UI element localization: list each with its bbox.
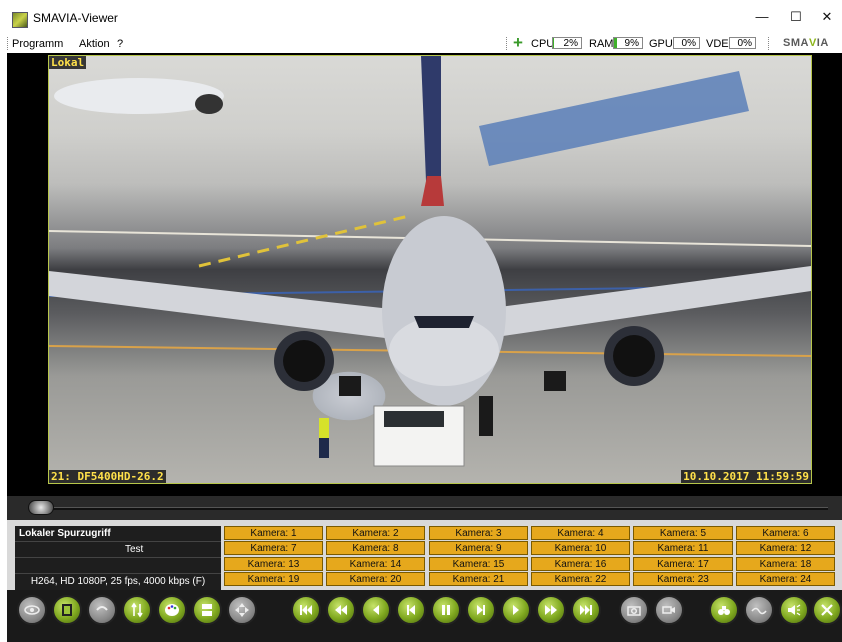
- gpu-label: GPU: [649, 38, 673, 50]
- add-icon[interactable]: +: [513, 33, 523, 53]
- pause-icon[interactable]: [431, 595, 461, 625]
- camera-button-20[interactable]: Kamera: 20: [326, 572, 425, 586]
- layout-icon[interactable]: [192, 595, 222, 625]
- camera-button-24[interactable]: Kamera: 24: [736, 572, 835, 586]
- close-button[interactable]: ✕: [812, 4, 842, 30]
- info-spacer: [15, 558, 221, 574]
- camera-button-3[interactable]: Kamera: 3: [429, 526, 528, 540]
- info-name: Test: [15, 542, 221, 558]
- back-arrow-icon[interactable]: [87, 595, 117, 625]
- window-title: SMAVIA-Viewer: [33, 11, 118, 25]
- vde-meter: 0%: [729, 37, 756, 49]
- binoculars-icon[interactable]: [709, 595, 739, 625]
- slider-track[interactable]: [33, 507, 828, 510]
- skip-to-end-icon[interactable]: [571, 595, 601, 625]
- ptz-icon[interactable]: [227, 595, 257, 625]
- camera-button-10[interactable]: Kamera: 10: [531, 541, 630, 555]
- sort-icon[interactable]: [122, 595, 152, 625]
- playback-slider: [7, 496, 842, 520]
- fast-forward-icon[interactable]: [536, 595, 566, 625]
- toolbar-grip: [7, 37, 10, 50]
- camera-button-22[interactable]: Kamera: 22: [531, 572, 630, 586]
- step-back-icon[interactable]: [361, 595, 391, 625]
- cpu-label: CPU: [531, 38, 555, 50]
- gpu-meter: 0%: [673, 37, 700, 49]
- slider-knob[interactable]: [28, 500, 54, 515]
- play-icon[interactable]: [501, 595, 531, 625]
- camera-label: 21: DF5400HD-26.2: [49, 470, 166, 483]
- menu-aktion[interactable]: Aktion: [79, 38, 110, 50]
- cpu-meter: 2%: [552, 37, 582, 49]
- stats-grip: [506, 37, 509, 50]
- camera-button-12[interactable]: Kamera: 12: [736, 541, 835, 555]
- camera-button-17[interactable]: Kamera: 17: [633, 557, 733, 571]
- camera-button-5[interactable]: Kamera: 5: [633, 526, 733, 540]
- menu-bar: Programm Aktion ? + CPU 2% RAM 9% GPU 0%…: [0, 33, 842, 53]
- camera-button-9[interactable]: Kamera: 9: [429, 541, 528, 555]
- next-frame-icon[interactable]: [466, 595, 496, 625]
- smavia-logo: SMAVIA: [783, 37, 829, 49]
- control-toolbar: [7, 590, 842, 642]
- camera-button-13[interactable]: Kamera: 13: [224, 557, 323, 571]
- camera-button-19[interactable]: Kamera: 19: [224, 572, 323, 586]
- vde-label: VDE: [706, 38, 729, 50]
- camera-button-4[interactable]: Kamera: 4: [531, 526, 630, 540]
- app-icon: [12, 12, 28, 28]
- palette-icon[interactable]: [157, 595, 187, 625]
- camera-button-15[interactable]: Kamera: 15: [429, 557, 528, 571]
- camera-button-11[interactable]: Kamera: 11: [633, 541, 733, 555]
- video-display[interactable]: Lokal 21: DF5400HD-26.2 10.10.2017 11:59…: [48, 55, 812, 484]
- camera-button-1[interactable]: Kamera: 1: [224, 526, 323, 540]
- film-icon[interactable]: [52, 595, 82, 625]
- logo-grip: [768, 37, 771, 50]
- video-frame: [49, 56, 811, 467]
- info-stream: H264, HD 1080P, 25 fps, 4000 kbps (F): [30, 576, 206, 587]
- stream-info-panel: Lokaler Spurzugriff Test H264, HD 1080P,…: [15, 526, 221, 590]
- camera-button-16[interactable]: Kamera: 16: [531, 557, 630, 571]
- fast-rewind-icon[interactable]: [326, 595, 356, 625]
- video-camera-icon[interactable]: [654, 595, 684, 625]
- info-title: Lokaler Spurzugriff: [15, 526, 221, 542]
- camera-icon[interactable]: [619, 595, 649, 625]
- speaker-icon[interactable]: [779, 595, 809, 625]
- maximize-button[interactable]: ☐: [776, 4, 816, 30]
- camera-button-7[interactable]: Kamera: 7: [224, 541, 323, 555]
- mode-label: Lokal: [49, 56, 87, 69]
- camera-button-14[interactable]: Kamera: 14: [326, 557, 425, 571]
- menu-programm[interactable]: Programm: [12, 38, 63, 50]
- camera-button-21[interactable]: Kamera: 21: [429, 572, 528, 586]
- eye-icon[interactable]: [17, 595, 47, 625]
- camera-button-8[interactable]: Kamera: 8: [326, 541, 425, 555]
- camera-button-18[interactable]: Kamera: 18: [736, 557, 835, 571]
- timestamp-label: 10.10.2017 11:59:59: [681, 470, 811, 483]
- previous-frame-icon[interactable]: [396, 595, 426, 625]
- skip-to-start-icon[interactable]: [291, 595, 321, 625]
- title-bar: SMAVIA-Viewer — ☐ ✕: [0, 0, 842, 34]
- ram-label: RAM: [589, 38, 614, 50]
- camera-button-23[interactable]: Kamera: 23: [633, 572, 733, 586]
- ram-meter: 9%: [613, 37, 643, 49]
- menu-help[interactable]: ?: [117, 38, 123, 50]
- signal-icon[interactable]: [744, 595, 774, 625]
- camera-button-6[interactable]: Kamera: 6: [736, 526, 835, 540]
- camera-button-2[interactable]: Kamera: 2: [326, 526, 425, 540]
- close-icon[interactable]: [812, 595, 842, 625]
